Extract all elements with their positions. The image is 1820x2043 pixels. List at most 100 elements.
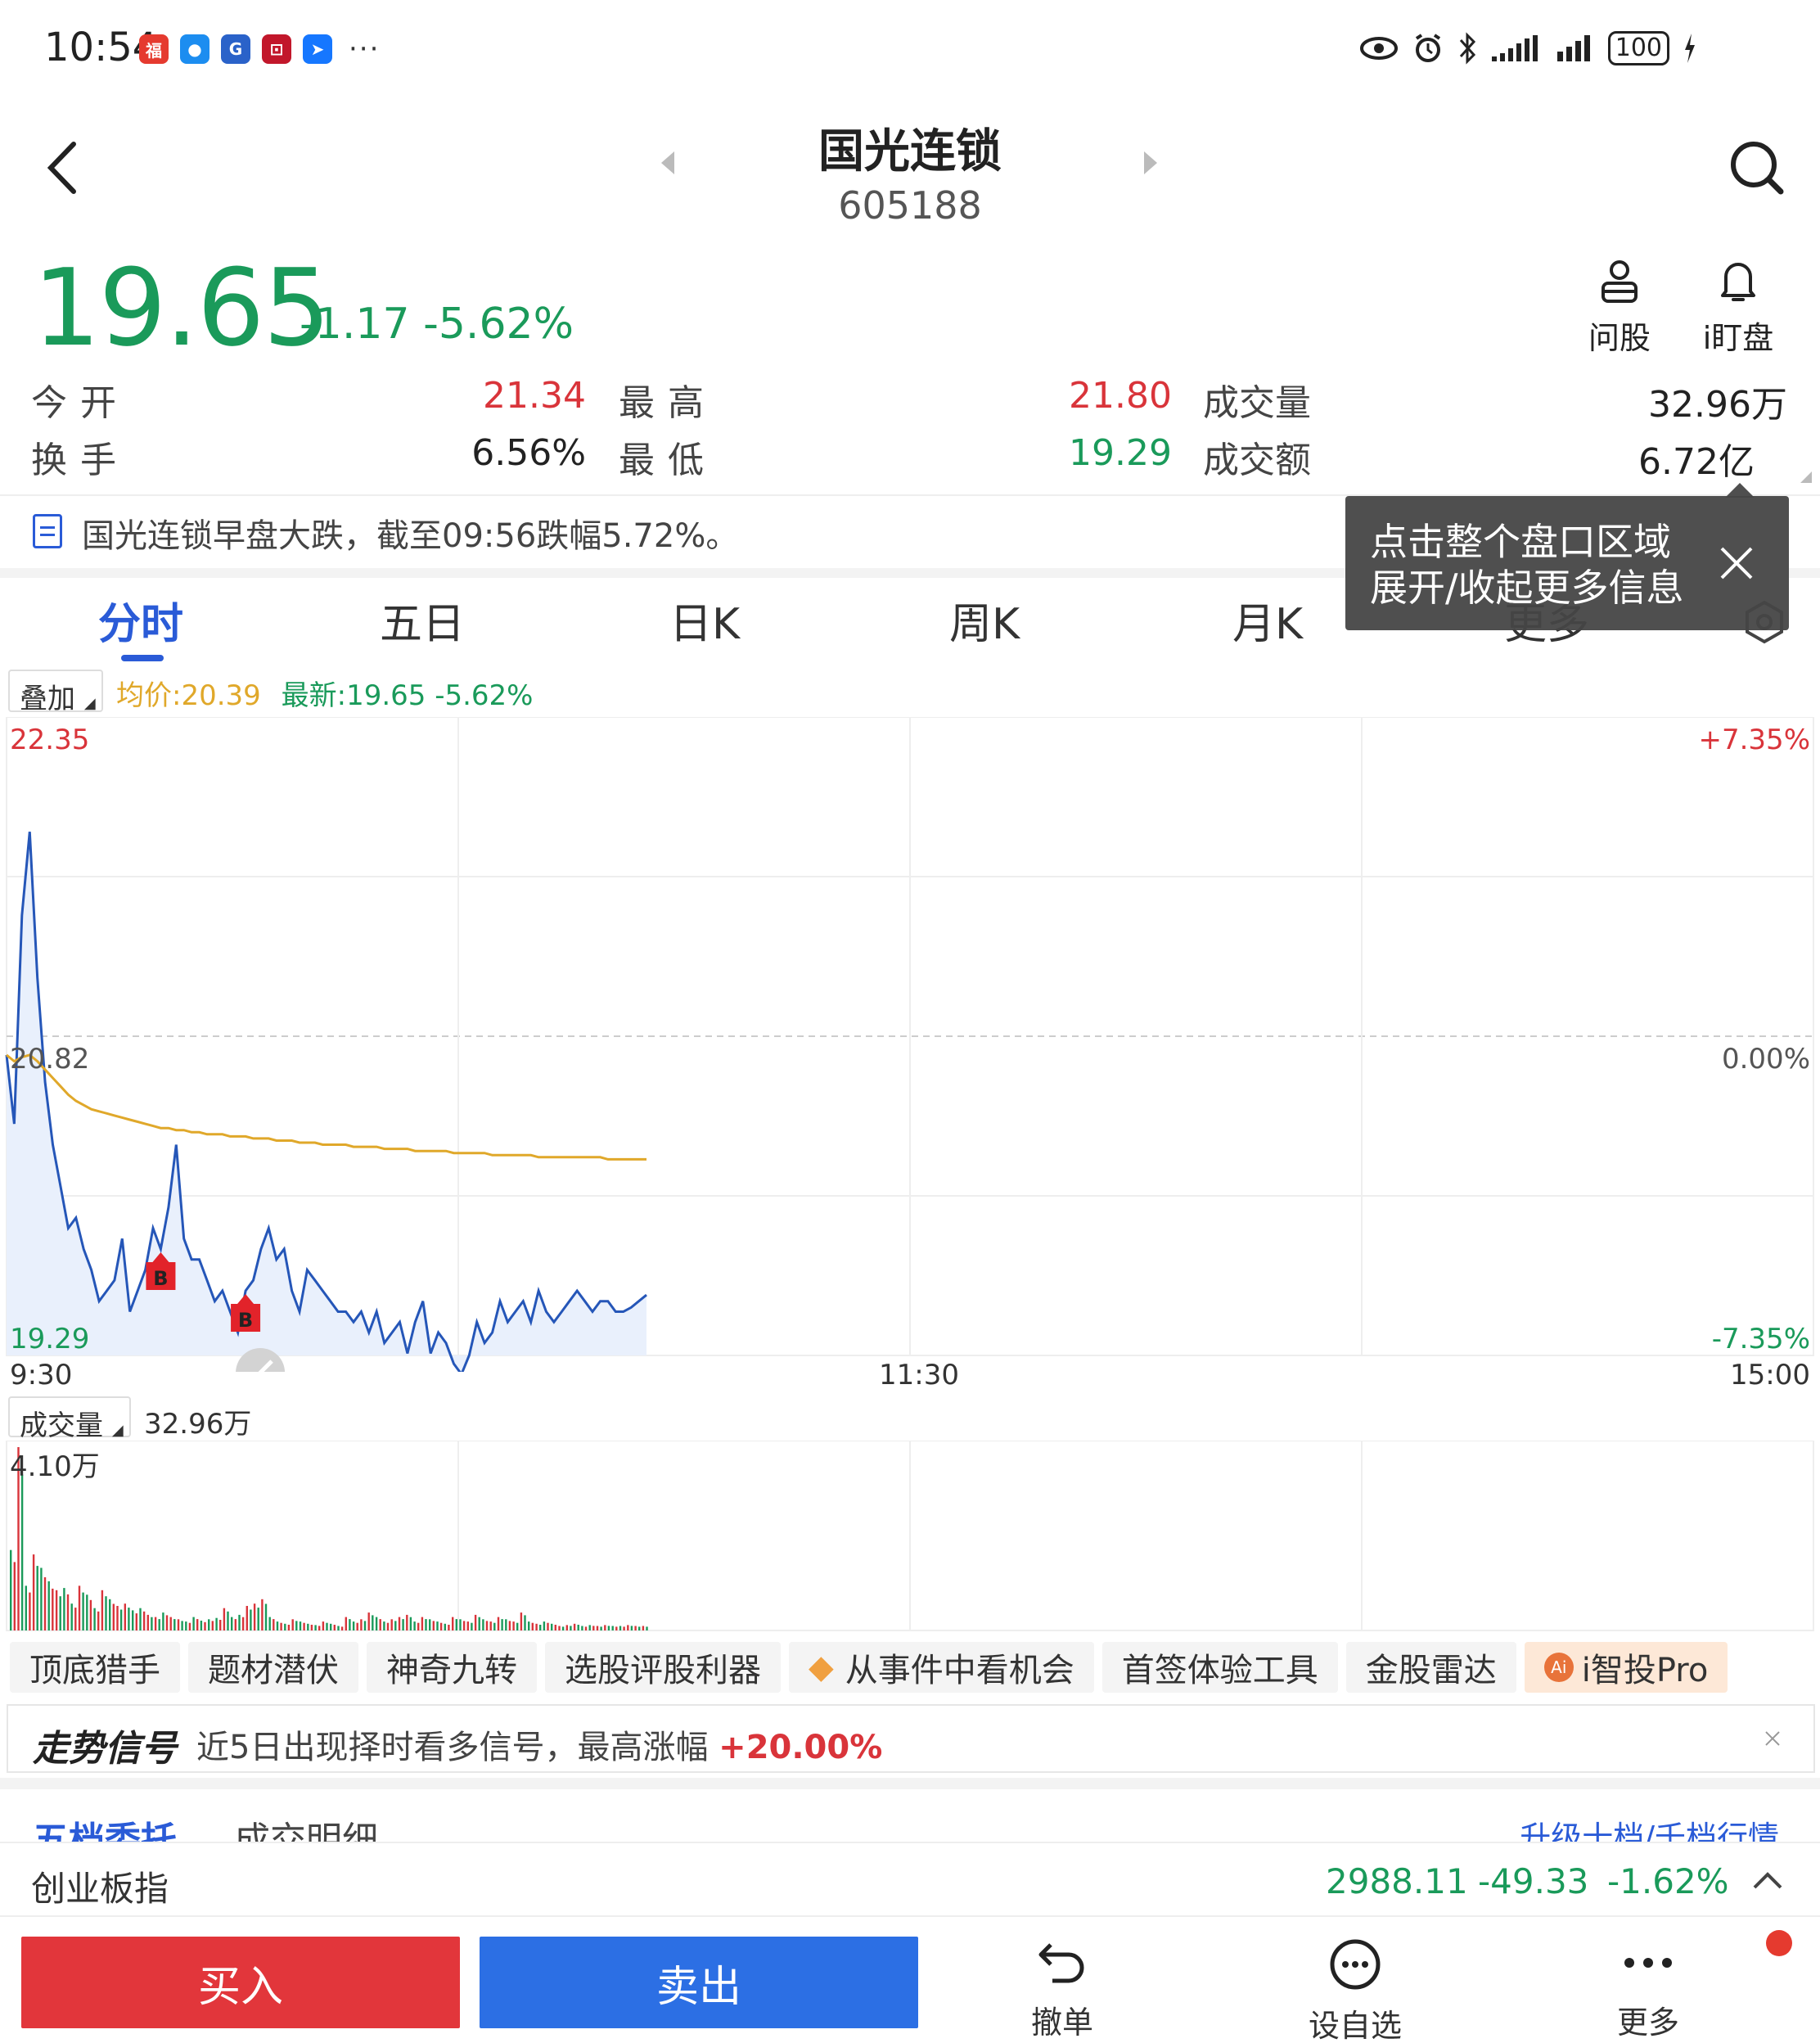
volume-bar	[40, 1567, 43, 1630]
volume-bar	[627, 1625, 629, 1630]
volume-bar	[116, 1606, 119, 1630]
tooltip-line1: 点击整个盘口区域	[1370, 520, 1671, 564]
news-text[interactable]: 国光连锁早盘大跌，截至09:56跌幅5.72%。	[82, 509, 738, 557]
charging-icon	[1685, 34, 1695, 63]
x-axis-start: 9:30	[10, 1359, 73, 1391]
volume-bar	[231, 1617, 233, 1630]
volume-bar	[43, 1577, 47, 1630]
tab-weekly-k[interactable]: 周K	[949, 589, 1020, 651]
notification-dot	[1766, 1930, 1792, 1956]
tab-intraday[interactable]: 分时	[98, 589, 183, 651]
volume-bar	[59, 1596, 61, 1630]
sell-button[interactable]: 卖出	[480, 1937, 918, 2028]
ask-stock-button[interactable]: 问股	[1583, 259, 1656, 358]
volume-bar	[340, 1626, 344, 1630]
open-value: 21.34	[483, 375, 586, 417]
chip-gold-radar[interactable]: 金股雷达	[1345, 1642, 1516, 1693]
volume-bar	[570, 1626, 572, 1630]
chip-event[interactable]: ◆ 从事件中看机会	[789, 1642, 1094, 1693]
volume-bar	[154, 1617, 157, 1630]
volume-bar	[489, 1621, 492, 1630]
icbc-notification-icon: ⊡	[262, 34, 291, 64]
volume-bar	[448, 1625, 450, 1630]
intraday-price-chart[interactable]: BB	[0, 717, 1820, 1372]
volume-bar	[372, 1615, 374, 1630]
ask-stock-label: 问股	[1588, 320, 1651, 356]
volume-bar	[74, 1608, 77, 1630]
trend-signal-bar[interactable]: 走势信号 近5日出现择时看多信号，最高涨幅 +20.00%	[7, 1704, 1815, 1773]
volume-bar	[462, 1621, 466, 1630]
search-icon[interactable]	[1728, 139, 1786, 196]
chip-theme[interactable]: 题材潜伏	[188, 1642, 358, 1693]
upgrade-link[interactable]: 升级十档/千档行情	[1520, 1812, 1779, 1843]
high-value: 21.80	[1069, 375, 1172, 417]
volume-bar	[619, 1626, 622, 1630]
chip-ai-pro[interactable]: Ai i智投Pro	[1524, 1642, 1728, 1693]
volume-bar	[146, 1614, 149, 1630]
volume-bar	[55, 1590, 58, 1630]
tab-five-level[interactable]: 五档委托	[33, 1811, 177, 1843]
tooltip-text: 点击整个盘口区域 展开/收起更多信息	[1370, 519, 1684, 611]
volume-label: 成交量	[1203, 382, 1311, 424]
volume-bar	[398, 1617, 401, 1630]
volume-bar	[642, 1626, 645, 1630]
volume-bar	[25, 1585, 27, 1630]
volume-bar	[554, 1625, 556, 1630]
cancel-order-button[interactable]: 撤单	[1005, 1938, 1119, 2042]
volume-bar	[349, 1619, 351, 1630]
volume-bar	[158, 1619, 160, 1630]
volume-bar	[581, 1626, 583, 1630]
dropdown-icon: ◢	[83, 695, 96, 712]
more-button[interactable]: 更多	[1591, 1938, 1705, 2042]
volume-bar	[485, 1621, 489, 1630]
volume-bar	[82, 1592, 84, 1630]
chip-nine-turns[interactable]: 神奇九转	[367, 1642, 537, 1693]
chevron-up-icon[interactable]	[1751, 1871, 1784, 1891]
chip-stock-picker[interactable]: 选股评股利器	[545, 1642, 781, 1693]
volume-bar	[493, 1622, 496, 1630]
signal-strength-icon	[1491, 35, 1538, 61]
volume-bar	[268, 1617, 271, 1630]
depth-tabs: 五档委托 成交明细 升级十档/千档行情	[0, 1797, 1820, 1843]
volume-bar	[151, 1617, 153, 1630]
volume-indicator-button[interactable]: 成交量 ◢	[8, 1396, 131, 1442]
expand-corner-icon[interactable]	[1800, 471, 1812, 483]
signal-close-icon[interactable]	[1764, 1730, 1781, 1747]
volume-bar	[101, 1590, 104, 1630]
add-watchlist-button[interactable]: 设自选	[1298, 1938, 1412, 2043]
current-price: 19.65	[33, 246, 331, 370]
chat-notification-icon: ●	[180, 34, 209, 64]
volume-bar	[561, 1626, 565, 1630]
volume-bar	[630, 1626, 633, 1630]
tab-five-day[interactable]: 五日	[380, 589, 465, 651]
watch-market-button[interactable]: i盯盘	[1697, 259, 1779, 358]
open-label: 今开	[31, 382, 129, 424]
chip-first-sign[interactable]: 首签体验工具	[1101, 1642, 1338, 1693]
volume-bar	[192, 1617, 195, 1630]
tooltip-popup[interactable]: 点击整个盘口区域 展开/收起更多信息	[1345, 496, 1789, 630]
more-label: 更多	[1616, 2005, 1679, 2041]
close-icon[interactable]	[1719, 545, 1755, 581]
tooltip-line2: 展开/收起更多信息	[1370, 566, 1684, 610]
volume-bar	[402, 1619, 404, 1630]
volume-bar	[466, 1621, 469, 1630]
notification-icons: 福 ● G ⊡ ➤ ···	[139, 33, 380, 65]
signal-title: 走势信号	[33, 1728, 177, 1770]
bell-icon	[1721, 263, 1755, 301]
overlay-button[interactable]: 叠加 ◢	[8, 670, 103, 715]
chip-bottom-hunter[interactable]: 顶底猎手	[10, 1642, 180, 1693]
index-bar[interactable]: 创业板指 2988.11 -49.33 -1.62%	[0, 1842, 1820, 1917]
buy-button[interactable]: 买入	[21, 1937, 460, 2028]
volume-bar	[356, 1622, 358, 1630]
pct-axis-mid: 0.00%	[1721, 1043, 1810, 1076]
volume-bar	[36, 1566, 38, 1630]
volume-bar	[273, 1619, 275, 1630]
volume-chart[interactable]	[0, 1441, 1820, 1634]
volume-bar	[89, 1599, 92, 1630]
tab-monthly-k[interactable]: 月K	[1232, 589, 1303, 651]
next-stock-button[interactable]	[1144, 151, 1157, 174]
tab-daily-k[interactable]: 日K	[669, 589, 740, 651]
volume-bar	[375, 1617, 378, 1630]
volume-bar	[219, 1620, 222, 1630]
tab-trade-detail[interactable]: 成交明细	[234, 1811, 378, 1843]
